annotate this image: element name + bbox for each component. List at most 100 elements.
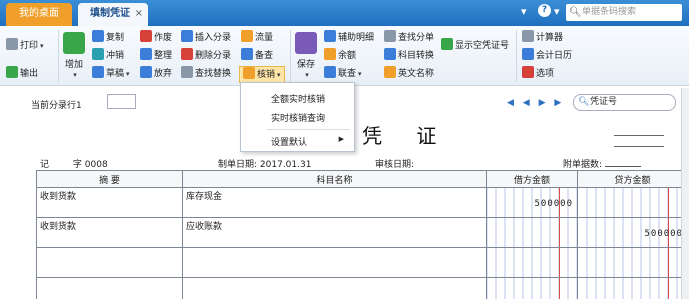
delete-entry-button[interactable]: 删除分录 [181,48,231,65]
calculator-button[interactable]: 计算器 [522,30,563,47]
flow-icon [241,30,253,42]
account-cell[interactable] [182,277,487,299]
draft-button[interactable]: 草稿 ▾ [92,66,130,83]
writeoff-dropdown-menu: 全额实时核销 实时核销查询 设置默认 ▶ [240,82,355,152]
debit-cell[interactable] [486,277,578,299]
show-null-voucher-toggle[interactable]: 显示空凭证号 [441,38,509,55]
voucher-nav-buttons[interactable]: ◀ ◀ ▶ ▶ [507,98,564,108]
attach-label: 附单据数: [563,160,603,170]
organize-button[interactable]: 整理 [140,48,172,65]
close-icon[interactable]: × [135,3,143,24]
barcode-search-input[interactable]: 🔍︎ 单据条码搜索 [566,4,682,21]
top-bar: 我的桌面 填制凭证 × ▾ ? ▾ 🔍︎ 单据条码搜索 [0,0,689,26]
debit-cell[interactable]: 500000 [486,187,578,218]
account-cell[interactable]: 库存现金 [182,187,487,218]
english-name-icon [384,66,396,78]
summary-cell[interactable]: 收到货款 [36,217,183,248]
header-credit: 贷方金额 [577,170,688,188]
debit-cell[interactable] [486,247,578,278]
header-debit: 借方金额 [486,170,578,188]
search-icon: 🔍︎ [578,97,590,107]
find-replace-icon [181,66,193,78]
aux-detail-button[interactable]: 辅助明细 [324,30,374,47]
printer-icon [6,38,18,50]
void-button[interactable]: 作废 [140,30,172,47]
export-icon [6,66,18,78]
print-button[interactable]: 打印 ▾ [6,38,44,55]
voucher-table: 摘 要 科目名称 借方金额 贷方金额 收到货款 库存现金 500000 收到货款… [36,170,688,299]
search-icon: 🔍︎ [569,7,582,18]
credit-cell[interactable] [577,277,688,299]
copy-button[interactable]: 复制 [92,30,124,47]
current-entry-label: 当前分录行1 [31,101,82,111]
vertical-scrollbar[interactable] [681,88,689,299]
summary-cell[interactable] [36,247,183,278]
menu-item-full-writeoff[interactable]: 全额实时核销 [271,92,325,105]
summary-cell[interactable]: 收到货款 [36,187,183,218]
flow-button[interactable]: 流量 [241,30,273,47]
writeoff-button[interactable]: 核销 ▾ [239,66,285,83]
credit-cell[interactable]: 500000 [577,217,688,248]
table-row: 收到货款 库存现金 500000 [36,187,688,218]
organize-icon [140,48,152,60]
link-icon [324,66,336,78]
current-entry-input[interactable] [107,94,136,109]
header-summary: 摘 要 [36,170,183,188]
options-icon [522,66,534,78]
find-entry-icon [384,30,396,42]
voucher-search-input[interactable]: 🔍︎ 凭证号 [573,94,676,111]
menu-item-set-default[interactable]: 设置默认 [271,135,307,148]
find-entry-button[interactable]: 查找分单 [384,30,434,47]
credit-cell[interactable] [577,187,688,218]
writeoff-icon [243,67,255,79]
debit-cell[interactable] [486,217,578,248]
subject-convert-button[interactable]: 科目转换 [384,48,434,65]
audit-date-label: 审核日期: [375,160,415,170]
calendar-icon [522,48,534,60]
english-name-button[interactable]: 英文名称 [384,66,434,83]
calculator-icon [522,30,534,42]
credit-cell[interactable] [577,247,688,278]
toolbar: 打印 ▾ 输出 增加 ▾ 复制 冲销 草稿 ▾ 作废 整理 放弃 插入分录 删除分录 … [0,26,689,86]
balance-button[interactable]: 余额 [324,48,356,65]
header-account: 科目名称 [182,170,487,188]
menu-item-writeoff-query[interactable]: 实时核销查询 [271,111,325,124]
add-button[interactable]: 增加 ▾ [62,32,86,80]
insert-icon [181,30,193,42]
void-icon [140,30,152,42]
voucher-type[interactable]: 记 [40,157,70,171]
tab-my-desktop[interactable]: 我的桌面 [6,3,72,26]
table-row [36,247,688,278]
account-cell[interactable] [182,247,487,278]
tab-voucher-entry[interactable]: 填制凭证 × [78,3,148,26]
add-document-icon [63,32,85,54]
insert-entry-button[interactable]: 插入分录 [181,30,231,47]
check-icon [241,48,253,60]
calendar-button[interactable]: 会计日历 [522,48,572,65]
summary-cell[interactable] [36,277,183,299]
find-replace-button[interactable]: 查找替换 [181,66,231,83]
show-null-icon [441,38,453,50]
tab-voucher-label: 填制凭证 [90,8,130,19]
voucher-title: 凭 证 [362,124,451,148]
menu-divider [267,129,350,130]
options-button[interactable]: 选项 [522,66,554,83]
help-icon[interactable]: ? [538,4,551,17]
save-disk-icon [295,32,317,54]
menu-dropdown-icon[interactable]: ▾ [521,5,527,18]
discard-button[interactable]: 放弃 [140,66,172,83]
check-button[interactable]: 备查 [241,48,273,65]
link-query-button[interactable]: 联查 ▾ [324,66,362,83]
aux-detail-icon [324,30,336,42]
copy-icon [92,30,104,42]
balance-icon [324,48,336,60]
account-cell[interactable]: 应收账款 [182,217,487,248]
save-button[interactable]: 保存 ▾ [294,32,318,80]
reverse-icon [92,48,104,60]
reverse-button[interactable]: 冲销 [92,48,124,65]
help-dropdown-icon[interactable]: ▾ [554,5,560,18]
table-row [36,277,688,299]
submenu-arrow-icon: ▶ [338,135,344,143]
attach-count-input[interactable] [604,166,641,167]
export-button[interactable]: 输出 [6,66,38,83]
